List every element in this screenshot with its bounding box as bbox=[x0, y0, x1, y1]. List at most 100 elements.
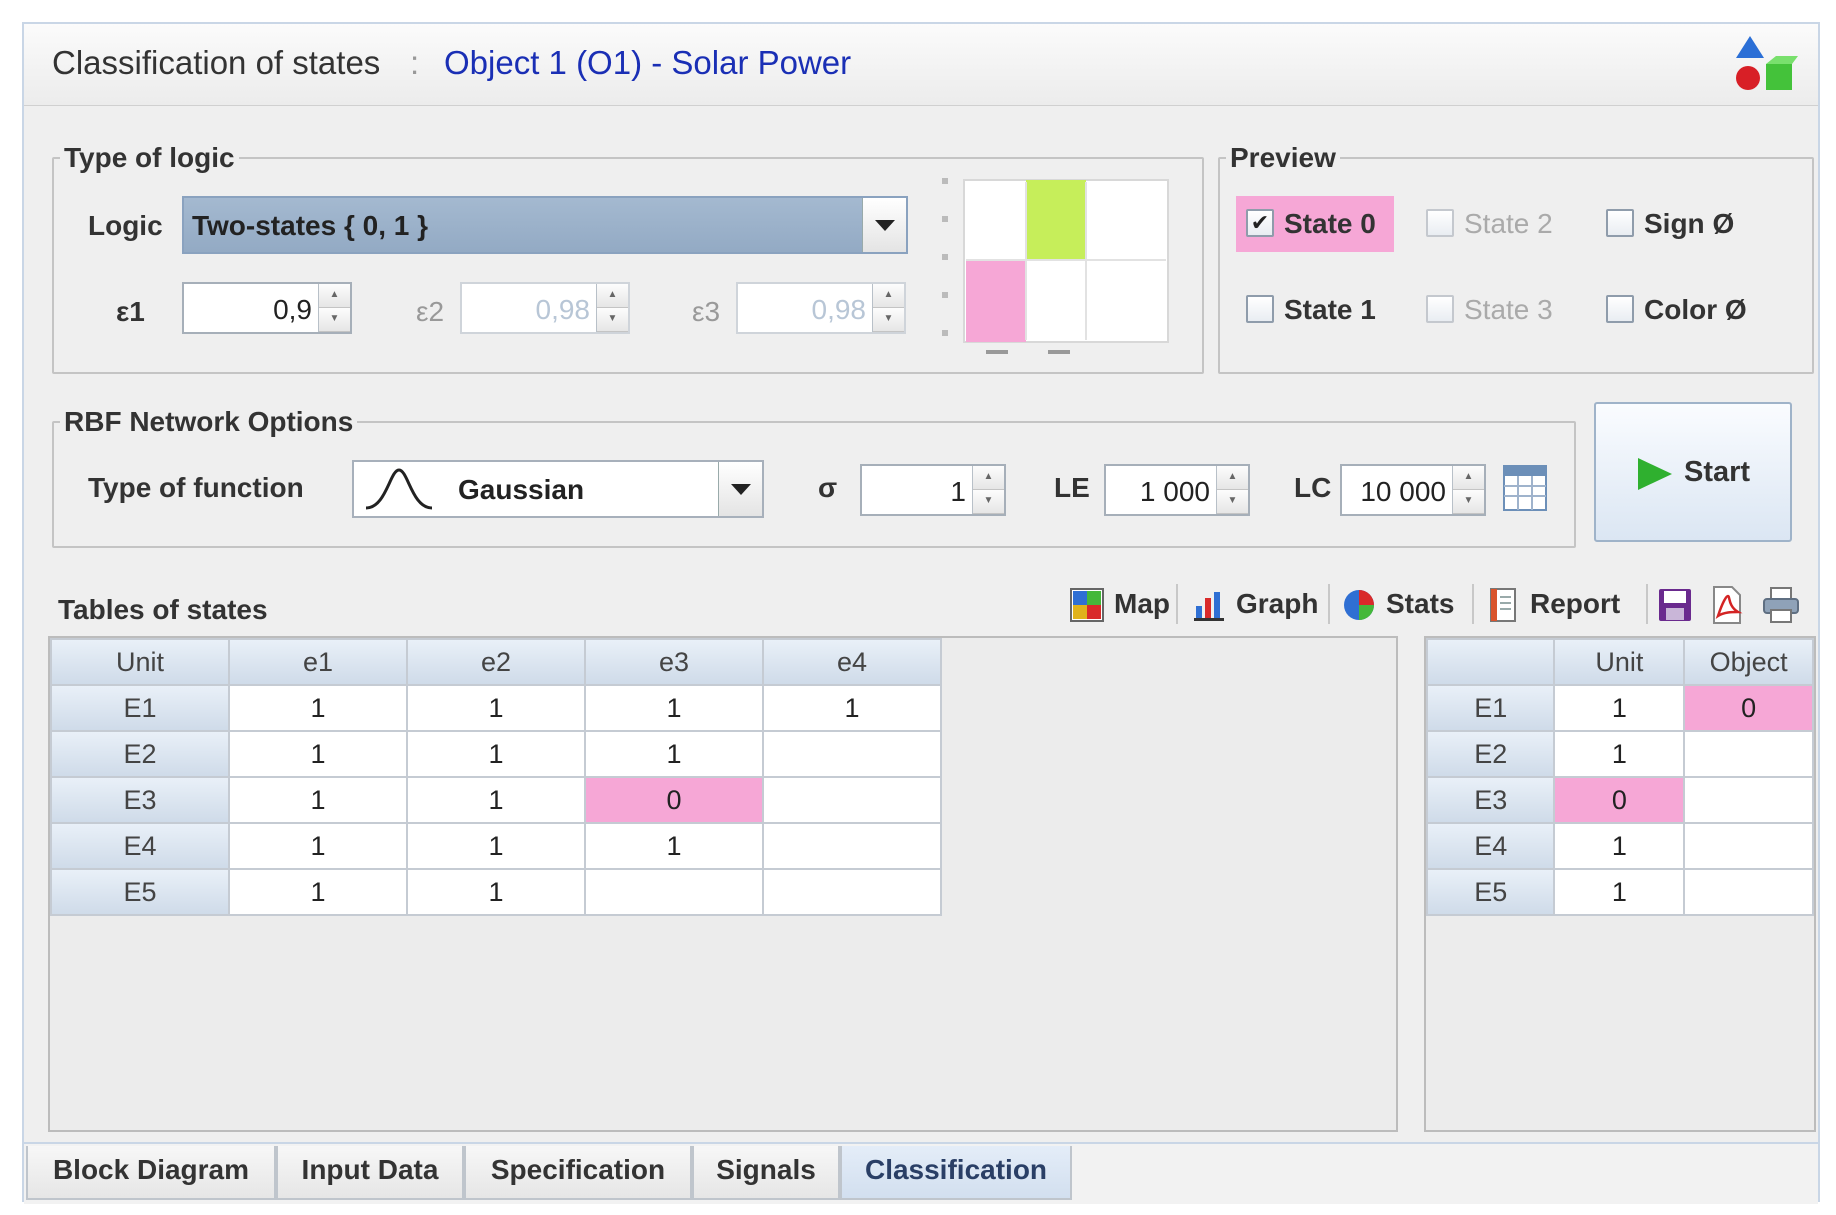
bottom-tab-bar: Block Diagram Input Data Specification S… bbox=[24, 1142, 1818, 1204]
table-row: E3 1 1 0 bbox=[50, 776, 942, 824]
table-cell[interactable] bbox=[584, 868, 764, 916]
table-cell[interactable]: 1 bbox=[406, 776, 586, 824]
e1-down-button[interactable]: ▼ bbox=[319, 308, 350, 332]
table-cell[interactable] bbox=[762, 868, 942, 916]
main-column-header[interactable]: Unit bbox=[50, 638, 230, 686]
report-label: Report bbox=[1530, 588, 1621, 619]
table-cell[interactable]: 1 bbox=[406, 868, 586, 916]
main-column-header[interactable]: e4 bbox=[762, 638, 942, 686]
main-column-header[interactable]: e2 bbox=[406, 638, 586, 686]
row-header-cell[interactable]: E1 bbox=[1425, 684, 1556, 732]
tab-specification[interactable]: Specification bbox=[464, 1146, 692, 1200]
state2-box bbox=[1426, 209, 1454, 237]
le-spinner[interactable]: 1 000 ▲ ▼ bbox=[1104, 464, 1250, 516]
table-cell[interactable] bbox=[762, 730, 942, 778]
color-checkbox[interactable]: Color Ø bbox=[1596, 282, 1766, 338]
row-header-cell[interactable]: E4 bbox=[50, 822, 230, 870]
map-icon bbox=[1070, 588, 1104, 622]
state1-checkbox[interactable]: State 1 bbox=[1236, 282, 1394, 338]
checkmark-icon: ✔ bbox=[1246, 209, 1274, 237]
sigma-down-button[interactable]: ▼ bbox=[973, 490, 1004, 514]
toolbar-divider bbox=[1646, 584, 1648, 624]
row-header-cell[interactable]: E2 bbox=[1425, 730, 1556, 778]
table-cell[interactable]: 1 bbox=[228, 868, 408, 916]
table-cell[interactable]: 1 bbox=[1553, 868, 1686, 916]
table-cell[interactable]: 1 bbox=[1553, 684, 1686, 732]
le-up-button[interactable]: ▲ bbox=[1217, 466, 1248, 490]
table-grid-icon[interactable] bbox=[1502, 464, 1548, 512]
table-cell[interactable]: 1 bbox=[1553, 822, 1686, 870]
side-column-header[interactable]: Unit bbox=[1553, 638, 1686, 686]
sign-checkbox[interactable]: Sign Ø bbox=[1596, 196, 1756, 252]
function-type-select[interactable]: Gaussian bbox=[352, 460, 764, 518]
table-cell[interactable] bbox=[762, 822, 942, 870]
table-cell[interactable] bbox=[762, 776, 942, 824]
table-cell[interactable]: 1 bbox=[228, 684, 408, 732]
table-cell[interactable] bbox=[1683, 822, 1814, 870]
table-cell[interactable]: 1 bbox=[584, 684, 764, 732]
e2-up-button[interactable]: ▲ bbox=[597, 284, 628, 308]
state2-checkbox[interactable]: State 2 bbox=[1416, 196, 1576, 252]
e3-spinner[interactable]: 0,98 ▲ ▼ bbox=[736, 282, 906, 334]
lc-up-button[interactable]: ▲ bbox=[1453, 466, 1484, 490]
e2-spinner[interactable]: 0,98 ▲ ▼ bbox=[460, 282, 630, 334]
main-column-header[interactable]: e3 bbox=[584, 638, 764, 686]
lc-spinner[interactable]: 10 000 ▲ ▼ bbox=[1340, 464, 1486, 516]
table-cell[interactable] bbox=[1683, 868, 1814, 916]
table-row: E1 1 0 bbox=[1425, 684, 1814, 732]
table-cell[interactable]: 1 bbox=[228, 822, 408, 870]
table-cell[interactable]: 1 bbox=[406, 684, 586, 732]
table-cell[interactable]: 0 bbox=[1553, 776, 1686, 824]
tab-classification[interactable]: Classification bbox=[840, 1146, 1072, 1200]
pdf-icon[interactable] bbox=[1710, 586, 1744, 624]
main-column-header[interactable]: e1 bbox=[228, 638, 408, 686]
tab-block-diagram[interactable]: Block Diagram bbox=[26, 1146, 276, 1200]
function-dropdown-button[interactable] bbox=[718, 462, 762, 516]
le-down-button[interactable]: ▼ bbox=[1217, 490, 1248, 514]
table-cell[interactable]: 0 bbox=[1683, 684, 1814, 732]
table-cell[interactable]: 1 bbox=[406, 730, 586, 778]
table-cell[interactable]: 0 bbox=[584, 776, 764, 824]
pie-chart-icon bbox=[1344, 590, 1374, 620]
e2-down-button[interactable]: ▼ bbox=[597, 308, 628, 332]
row-header-cell[interactable]: E2 bbox=[50, 730, 230, 778]
table-cell[interactable]: 1 bbox=[406, 822, 586, 870]
state0-checkbox[interactable]: ✔ State 0 bbox=[1236, 196, 1394, 252]
tab-input-data[interactable]: Input Data bbox=[276, 1146, 464, 1200]
row-header-cell[interactable]: E1 bbox=[50, 684, 230, 732]
logic-dropdown-button[interactable] bbox=[862, 198, 906, 252]
row-header-cell[interactable]: E4 bbox=[1425, 822, 1556, 870]
tab-signals[interactable]: Signals bbox=[692, 1146, 840, 1200]
sigma-spinner[interactable]: 1 ▲ ▼ bbox=[860, 464, 1006, 516]
table-cell[interactable]: 1 bbox=[228, 730, 408, 778]
row-header-cell[interactable]: E3 bbox=[50, 776, 230, 824]
row-header-cell[interactable]: E5 bbox=[1425, 868, 1556, 916]
report-icon bbox=[1490, 588, 1516, 622]
table-cell[interactable]: 1 bbox=[584, 730, 764, 778]
save-icon[interactable] bbox=[1658, 588, 1692, 622]
e3-down-button[interactable]: ▼ bbox=[873, 308, 904, 332]
table-cell[interactable]: 1 bbox=[1553, 730, 1686, 778]
print-icon[interactable] bbox=[1762, 586, 1800, 624]
table-cell[interactable] bbox=[1683, 776, 1814, 824]
lc-down-button[interactable]: ▼ bbox=[1453, 490, 1484, 514]
e1-up-button[interactable]: ▲ bbox=[319, 284, 350, 308]
e1-spinner[interactable]: 0,9 ▲ ▼ bbox=[182, 282, 352, 334]
sigma-up-button[interactable]: ▲ bbox=[973, 466, 1004, 490]
map-label: Map bbox=[1114, 588, 1170, 619]
chevron-down-icon bbox=[875, 220, 895, 231]
logic-select[interactable]: Two-states { 0, 1 } bbox=[182, 196, 908, 254]
table-cell[interactable] bbox=[1683, 730, 1814, 778]
side-column-header[interactable] bbox=[1425, 638, 1556, 686]
row-header-cell[interactable]: E5 bbox=[50, 868, 230, 916]
start-button[interactable]: Start bbox=[1594, 402, 1792, 542]
table-cell[interactable]: 1 bbox=[584, 822, 764, 870]
row-header-cell[interactable]: E3 bbox=[1425, 776, 1556, 824]
side-column-header[interactable]: Object bbox=[1683, 638, 1814, 686]
state3-checkbox[interactable]: State 3 bbox=[1416, 282, 1576, 338]
e3-up-button[interactable]: ▲ bbox=[873, 284, 904, 308]
table-cell[interactable]: 1 bbox=[762, 684, 942, 732]
sign-box bbox=[1606, 209, 1634, 237]
table-cell[interactable]: 1 bbox=[228, 776, 408, 824]
classification-window: Classification of states : Object 1 (O1)… bbox=[22, 22, 1820, 1204]
